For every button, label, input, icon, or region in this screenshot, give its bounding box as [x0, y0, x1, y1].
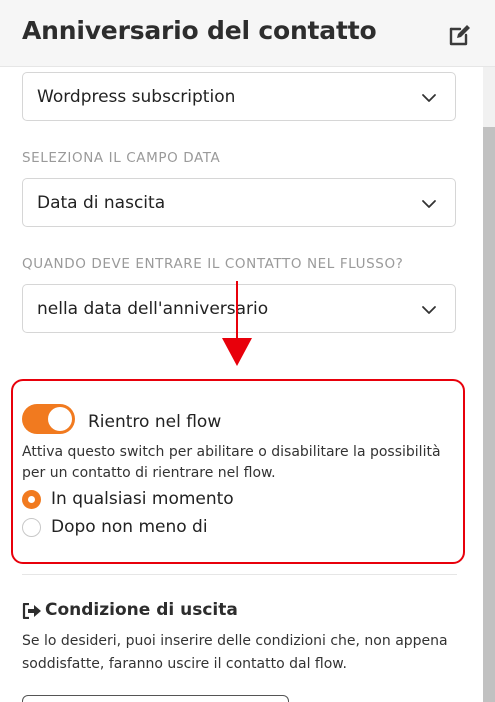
section-divider	[22, 574, 457, 575]
radio-not-before-label[interactable]: Dopo non meno di	[51, 517, 208, 537]
page-title: Anniversario del contatto	[22, 16, 377, 45]
date-field-label: SELEZIONA IL CAMPO DATA	[22, 150, 221, 166]
entry-when-label: QUANDO DEVE ENTRARE IL CONTATTO NEL FLUS…	[22, 256, 404, 272]
panel-header: Anniversario del contatto	[0, 0, 495, 67]
exit-condition-title: Condizione di uscita	[45, 600, 238, 620]
sign-out-icon	[22, 603, 41, 619]
reentry-help-text: Attiva questo switch per abilitare o dis…	[22, 444, 441, 481]
reentry-toggle-label: Rientro nel flow	[88, 412, 222, 432]
chevron-down-icon	[422, 94, 436, 102]
chevron-down-icon	[422, 200, 436, 208]
date-field-select-value: Data di nascita	[37, 193, 166, 213]
add-exit-condition-button[interactable]	[22, 695, 289, 702]
entry-when-select-value: nella data dell'anniversario	[37, 299, 269, 319]
radio-not-before[interactable]	[22, 518, 41, 537]
chevron-down-icon	[422, 306, 436, 314]
toggle-knob	[48, 407, 72, 431]
scrollbar-thumb[interactable]	[483, 127, 495, 702]
subscription-select-value: Wordpress subscription	[37, 87, 236, 107]
annotation-arrow-shaft	[236, 281, 238, 343]
radio-any-time[interactable]	[22, 490, 41, 509]
exit-condition-description: Se lo desideri, puoi inserire delle cond…	[22, 633, 448, 672]
entry-when-select[interactable]: nella data dell'anniversario	[22, 284, 456, 333]
date-field-select[interactable]: Data di nascita	[22, 178, 456, 227]
edit-icon[interactable]	[447, 24, 471, 48]
annotation-arrow-head	[222, 338, 252, 366]
subscription-select[interactable]: Wordpress subscription	[22, 72, 456, 121]
reentry-toggle[interactable]	[22, 404, 75, 434]
radio-any-time-label[interactable]: In qualsiasi momento	[51, 489, 234, 509]
